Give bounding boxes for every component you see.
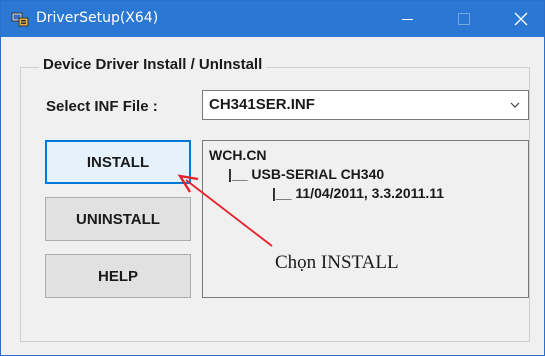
install-button[interactable]: INSTALL: [45, 140, 191, 184]
window-title: DriverSetup(X64): [36, 10, 159, 26]
annotation-text: Chọn INSTALL: [275, 252, 399, 273]
title-bar[interactable]: DriverSetup(X64): [1, 1, 544, 37]
close-button[interactable]: [498, 1, 544, 37]
minimize-button[interactable]: [384, 1, 430, 37]
driver-setup-icon: [11, 12, 29, 27]
info-line-vendor: WCH.CN: [209, 147, 267, 163]
chevron-down-icon[interactable]: [508, 97, 522, 113]
uninstall-button[interactable]: UNINSTALL: [45, 197, 191, 241]
inf-file-label: Select INF File :: [46, 98, 158, 115]
info-line-device: |__ USB-SERIAL CH340: [228, 166, 385, 182]
driver-setup-window: DriverSetup(X64) Device Driver Install /…: [0, 0, 545, 356]
group-title: Device Driver Install / UnInstall: [39, 56, 267, 73]
inf-file-select[interactable]: CH341SER.INF: [202, 90, 529, 120]
maximize-button[interactable]: [441, 1, 487, 37]
driver-info-box: WCH.CN |__ USB-SERIAL CH340 |__ 11/04/20…: [202, 140, 529, 298]
inf-file-value: CH341SER.INF: [209, 96, 315, 113]
close-icon: [514, 12, 528, 26]
maximize-icon: [458, 13, 470, 25]
minimize-icon: [401, 18, 413, 20]
info-line-version: |__ 11/04/2011, 3.3.2011.11: [272, 185, 445, 201]
help-button[interactable]: HELP: [45, 254, 191, 298]
